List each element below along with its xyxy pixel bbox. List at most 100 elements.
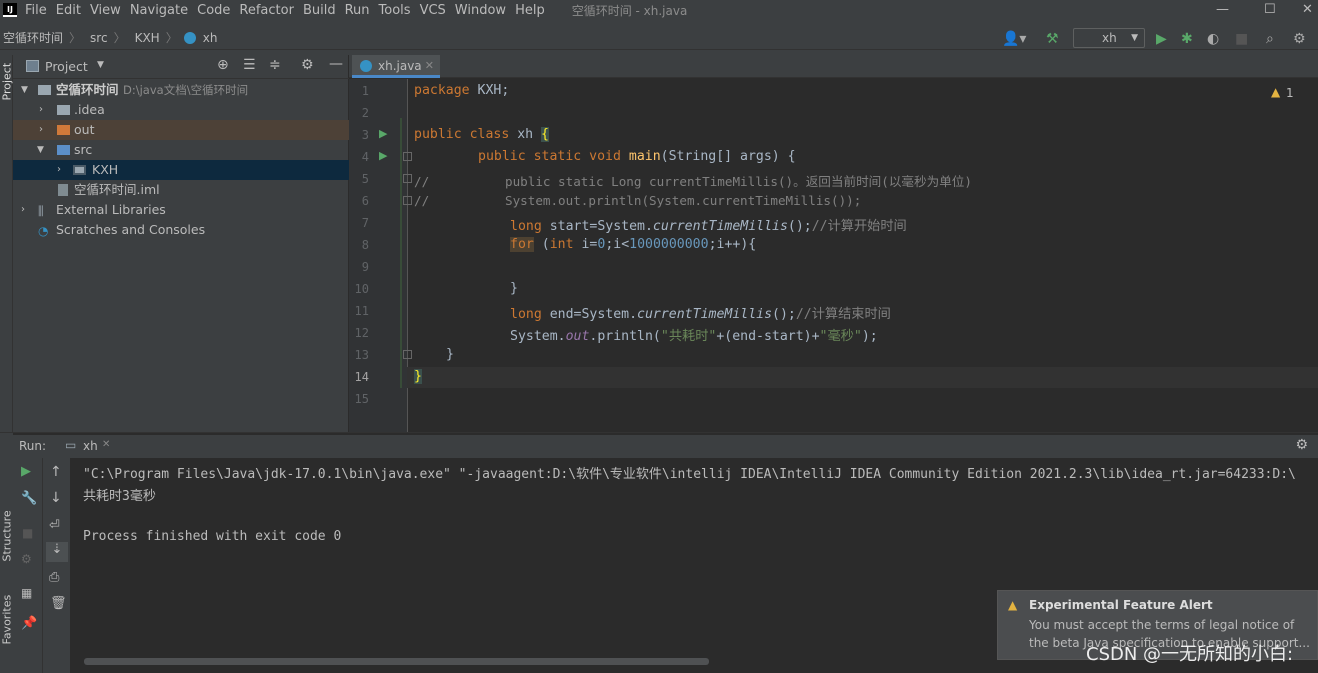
fold-icon[interactable]	[403, 174, 412, 183]
stop-icon[interactable]: ■	[22, 526, 33, 540]
settings-icon[interactable]: ⚙	[1295, 437, 1308, 453]
menu-tools[interactable]: Tools	[379, 3, 411, 18]
left-tool-strip: Project	[0, 55, 14, 432]
camera-icon[interactable]: ⚙	[21, 552, 32, 566]
menu-refactor[interactable]: Refactor	[239, 3, 294, 18]
menu-edit[interactable]: Edit	[56, 3, 81, 18]
minimize-icon[interactable]: —	[1216, 2, 1229, 17]
fold-icon[interactable]	[403, 196, 412, 205]
tree-root[interactable]: ▼ 空循环时间 D:\java文档\空循环时间	[13, 80, 349, 100]
run-class-gutter-icon[interactable]: ▶	[379, 127, 387, 140]
up-arrow-icon[interactable]: ↑	[50, 464, 62, 480]
close-tab-icon[interactable]: ✕	[102, 439, 110, 450]
wrench-icon[interactable]: 🔧	[21, 491, 37, 506]
settings-icon[interactable]: ⚙	[301, 57, 314, 73]
folder-icon	[57, 105, 70, 115]
warning-icon[interactable]: ▲	[1271, 85, 1280, 99]
menu-window[interactable]: Window	[455, 3, 506, 18]
code-line-11[interactable]: long end=System.currentTimeMillis();//计算…	[510, 303, 891, 322]
tree-item-iml[interactable]: 空循环时间.iml	[13, 180, 349, 200]
layout-icon[interactable]: ▦	[21, 586, 32, 600]
menu-file[interactable]: File	[25, 3, 47, 18]
gear-icon[interactable]: ⚙	[1293, 31, 1306, 47]
search-icon[interactable]: ⌕	[1266, 31, 1274, 47]
print-icon[interactable]: ⎙	[49, 570, 59, 585]
code-line-13[interactable]: }	[446, 347, 454, 362]
code-line-14[interactable]: }	[414, 369, 422, 384]
run-label: Run:	[19, 439, 47, 453]
coverage-icon[interactable]: ◐	[1207, 31, 1219, 47]
user-icon[interactable]: 👤▾	[1002, 31, 1026, 47]
menu-view[interactable]: View	[90, 3, 121, 18]
run-config-select[interactable]: xh ▼	[1073, 28, 1145, 48]
maximize-icon[interactable]: ☐	[1264, 2, 1276, 17]
menu-navigate[interactable]: Navigate	[130, 3, 188, 18]
breadcrumb-kxh[interactable]: KXH	[135, 31, 160, 45]
line-number: 1	[361, 84, 369, 98]
tree-item-kxh[interactable]: › KXH	[13, 160, 349, 180]
hide-panel-icon[interactable]: —	[329, 56, 343, 72]
class-icon	[360, 60, 372, 72]
fold-icon[interactable]	[403, 152, 412, 161]
locate-icon[interactable]: ⊕	[217, 57, 229, 73]
horizontal-scrollbar[interactable]	[84, 658, 709, 665]
debug-icon[interactable]: ✱	[1181, 31, 1193, 47]
menu-run[interactable]: Run	[345, 3, 370, 18]
breadcrumb-project[interactable]: 空循环时间	[3, 29, 63, 46]
tree-item-out[interactable]: › out	[13, 120, 349, 140]
menu-help[interactable]: Help	[515, 3, 545, 18]
line-number: 9	[361, 260, 369, 274]
soft-wrap-icon[interactable]: ⏎	[49, 518, 60, 533]
line-number: 2	[361, 106, 369, 120]
close-icon[interactable]: ✕	[1302, 2, 1313, 17]
breadcrumb-src[interactable]: src	[90, 31, 108, 45]
code-line-6[interactable]: // System.out.println(System.currentTime…	[414, 193, 861, 208]
tab-run-xh[interactable]: xh	[83, 439, 98, 453]
menu-code[interactable]: Code	[197, 3, 230, 18]
menu-vcs[interactable]: VCS	[420, 3, 446, 18]
menu-build[interactable]: Build	[303, 3, 336, 18]
source-folder-icon	[57, 145, 70, 155]
tree-item-src[interactable]: ▼ src	[13, 140, 349, 160]
tab-xh-java[interactable]: xh.java ✕	[352, 55, 440, 78]
code-line-5[interactable]: // public static Long currentTimeMillis(…	[414, 171, 972, 190]
watermark: CSDN @一无所知的小白:	[1086, 644, 1294, 665]
project-side-tab[interactable]: Project	[1, 59, 14, 101]
collapse-all-icon[interactable]: ≑	[269, 57, 281, 73]
tree-item-scratches[interactable]: ◔ Scratches and Consoles	[13, 220, 349, 240]
code-line-3[interactable]: public class xh {	[414, 127, 549, 142]
favorites-side-tab[interactable]: Favorites	[1, 591, 14, 645]
structure-side-tab[interactable]: Structure	[1, 508, 14, 561]
notification-title: Experimental Feature Alert	[1029, 598, 1213, 612]
stop-icon[interactable]: ■	[1235, 31, 1248, 47]
down-arrow-icon[interactable]: ↓	[50, 490, 62, 506]
close-tab-icon[interactable]: ✕	[425, 55, 434, 77]
scroll-to-end-icon[interactable]: ⇣	[46, 542, 68, 562]
trash-icon[interactable]: 🗑	[50, 596, 67, 611]
code-line-12[interactable]: System.out.println("共耗时"+(end-start)+"毫秒…	[510, 325, 878, 344]
folder-icon	[38, 85, 51, 95]
code-line-10[interactable]: }	[510, 281, 518, 296]
run-icon[interactable]: ▶	[1156, 31, 1167, 47]
run-main-gutter-icon[interactable]: ▶	[379, 149, 387, 162]
line-number: 8	[361, 238, 369, 252]
code-line-8[interactable]: for (int i=0;i<1000000000;i++){	[510, 237, 756, 252]
expand-all-icon[interactable]: ☰	[243, 57, 256, 73]
line-number: 10	[354, 282, 369, 296]
run-toolbar: ▶ 🔧 ■ ⚙ ▦ 📌 ↑ ↓ ⏎ ⇣ ⎙ 🗑	[13, 458, 70, 673]
build-hammer-icon[interactable]: ⚒	[1046, 31, 1059, 47]
breadcrumb-xh[interactable]: xh	[203, 31, 218, 45]
pin-icon[interactable]: 📌	[21, 616, 37, 631]
tree-item-idea[interactable]: › .idea	[13, 100, 349, 120]
code-line-1[interactable]: package KXH;	[414, 83, 509, 98]
rerun-icon[interactable]: ▶	[21, 464, 31, 479]
line-number: 11	[354, 304, 369, 318]
fold-icon[interactable]	[403, 350, 412, 359]
tree-item-external-libraries[interactable]: › ⫼ External Libraries	[13, 200, 349, 220]
code-line-4[interactable]: public static void main(String[] args) {	[478, 149, 796, 164]
chevron-down-icon[interactable]: ▼	[97, 60, 104, 70]
code-line-7[interactable]: long start=System.currentTimeMillis();//…	[510, 215, 907, 234]
project-view-select[interactable]: Project	[45, 59, 88, 74]
console-output: 共耗时3毫秒	[83, 489, 156, 504]
console-exit-message: Process finished with exit code 0	[83, 529, 342, 544]
